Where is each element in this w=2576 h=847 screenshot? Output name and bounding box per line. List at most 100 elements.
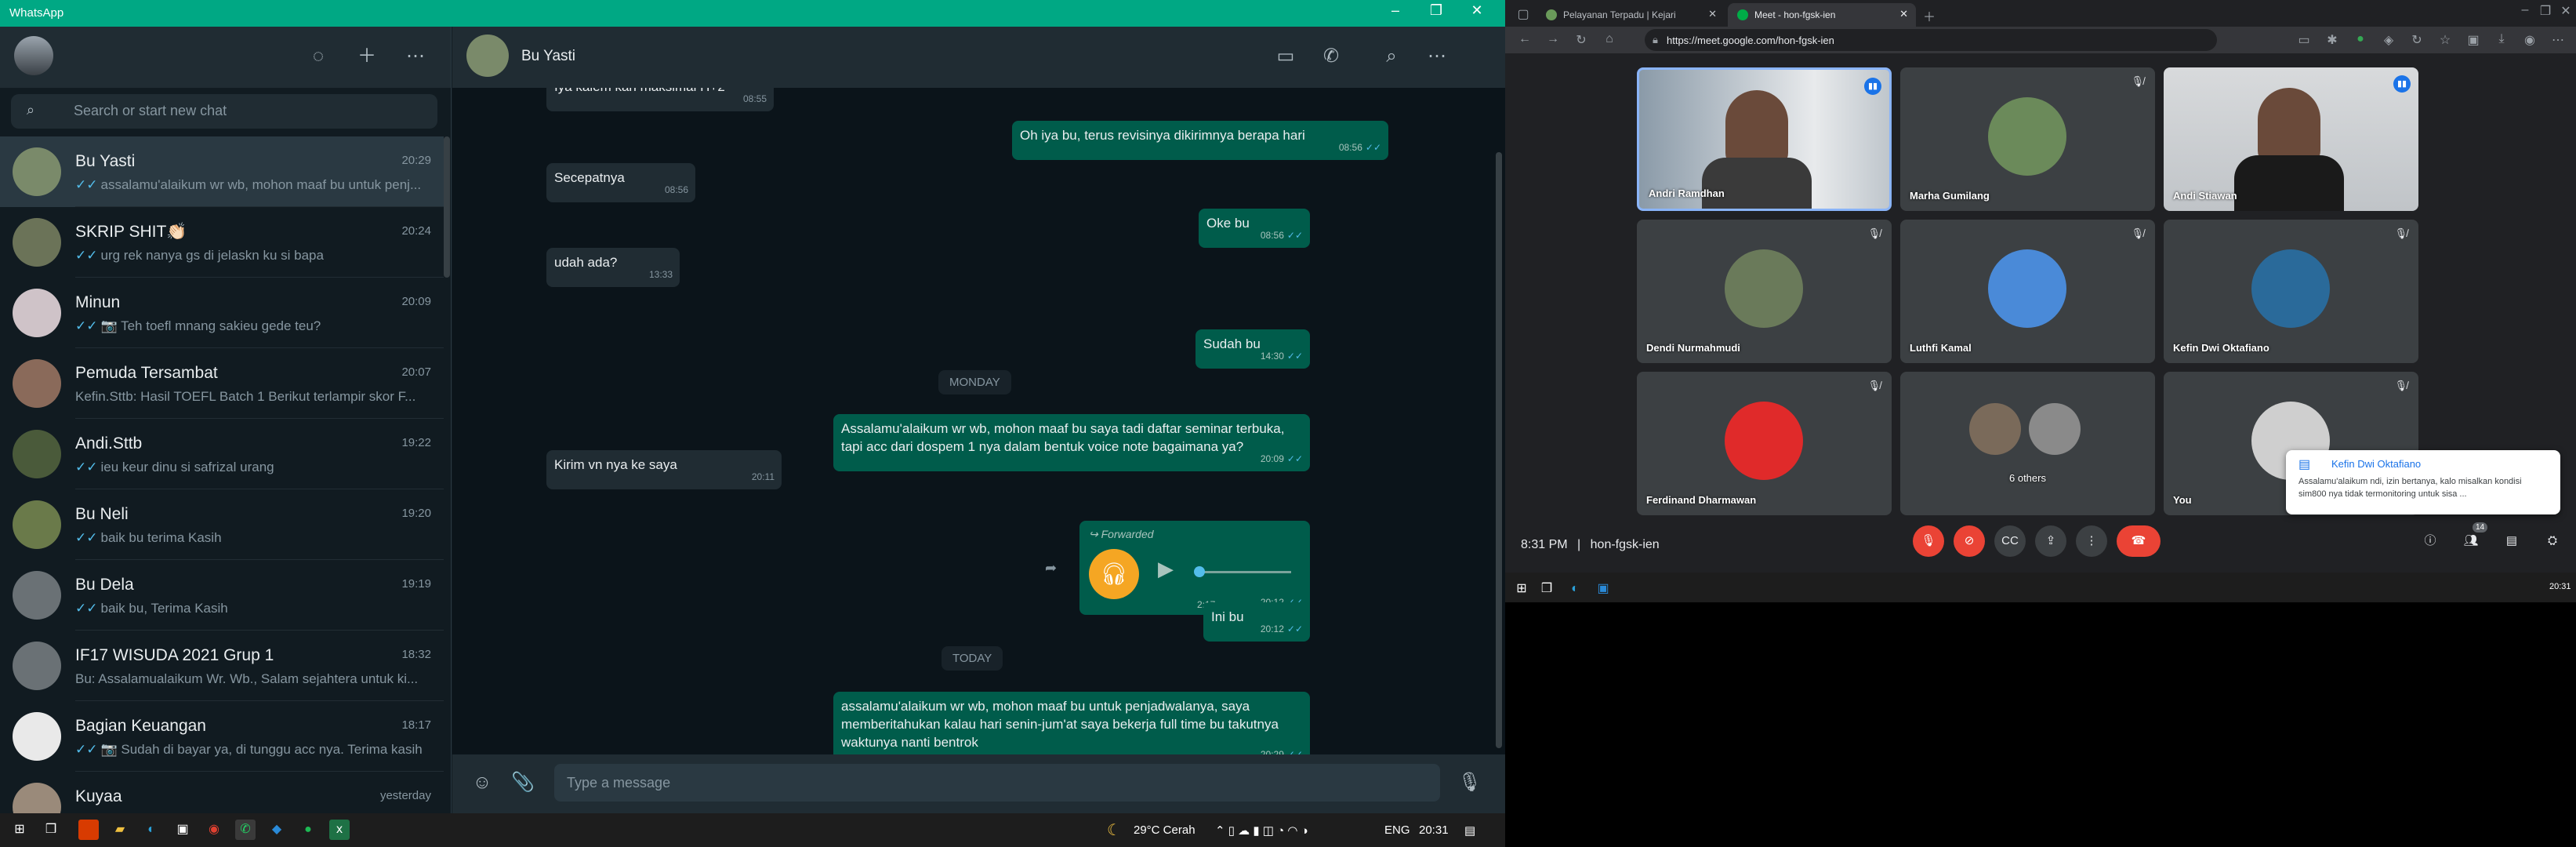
chat-list-item[interactable]: Pemuda Tersambat 20:07 Kefin.Sttb: Hasil… — [0, 348, 444, 419]
spotify-icon[interactable]: ● — [298, 820, 318, 840]
chat-list-item[interactable]: Bu Neli 19:20 ✓✓ baik bu terima Kasih — [0, 489, 444, 560]
extension-icon-3[interactable]: ◈ — [2380, 32, 2397, 48]
incoming-message[interactable]: udah ada? 13:33 — [546, 248, 680, 287]
clock[interactable]: 20:31 — [1419, 823, 1449, 837]
participant-tile[interactable]: Andi Stiawan ▮▮ — [2164, 67, 2418, 211]
incoming-message[interactable]: Secepatnya 08:56 — [546, 163, 695, 202]
end-call-button[interactable]: ☎ — [2117, 525, 2161, 557]
video-call-icon[interactable]: ▭ — [1272, 42, 1300, 71]
task-view-icon[interactable]: ❒ — [1537, 579, 1557, 599]
minimize-icon[interactable]: – — [2516, 3, 2534, 17]
close-tab-icon[interactable]: ✕ — [1708, 8, 1717, 20]
weather-text[interactable]: 29°C Cerah — [1134, 823, 1195, 837]
voice-message[interactable]: ↪ Forwarded 🎧︎ ▶ 2:17 20:12✓✓ — [1079, 521, 1310, 615]
chat-list-item[interactable]: Kuyaa yesterday Hooh — [0, 772, 444, 813]
chat-list-item[interactable]: Bu Dela 19:19 ✓✓ baik bu, Terima Kasih — [0, 560, 444, 631]
microphone-icon[interactable]: 🎙 — [1456, 769, 1484, 797]
more-options-icon[interactable]: ⋮ — [2076, 525, 2107, 557]
chat-list-item[interactable]: SKRIP SHIT👏🏻 20:24 ✓✓ urg rek nanya gs di… — [0, 207, 444, 278]
taskbar-app-icon[interactable] — [78, 820, 99, 840]
status-icon[interactable]: ◌ — [304, 42, 332, 71]
close-tab-icon[interactable]: ✕ — [1899, 8, 1908, 20]
bookmark-icon[interactable]: ☆ — [2436, 32, 2454, 48]
camera-indicator-icon[interactable]: ▭ — [2295, 32, 2313, 48]
participant-tile[interactable]: Luthfi Kamal 🎙︎̸ — [1900, 220, 2155, 363]
chat-list-item[interactable]: Bagian Keuangan 18:17 ✓✓ 📷 Sudah di bayar… — [0, 701, 444, 772]
clock[interactable]: 20:31 — [2549, 582, 2571, 591]
audio-scrubber[interactable] — [1194, 566, 1205, 577]
info-icon[interactable]: ⓘ — [2415, 525, 2446, 557]
close-icon[interactable]: ✕ — [1461, 2, 1493, 19]
extension-icon-2[interactable]: ● — [2352, 32, 2369, 46]
windows-start-icon[interactable]: ⊞ — [9, 820, 30, 840]
captions-icon[interactable]: CC — [1994, 525, 2026, 557]
extension-icon[interactable]: ✱ — [2324, 32, 2341, 48]
edge-icon[interactable]: ◐ — [1565, 579, 1585, 599]
contact-name[interactable]: Bu Yasti — [521, 48, 575, 65]
participant-tile[interactable]: 6 others — [1900, 372, 2155, 515]
camera-off-icon[interactable]: ⊘ — [1954, 525, 1985, 557]
chat-notification[interactable]: ▤ Kefin Dwi Oktafiano Assalamu'alaikum n… — [2286, 450, 2560, 514]
taskbar-app-icon-2[interactable]: ▣ — [172, 820, 193, 840]
menu-icon[interactable]: ⋯ — [401, 42, 430, 71]
taskbar-app-icon[interactable]: ▣ — [1593, 579, 1613, 599]
profile-icon[interactable]: ◉ — [2521, 32, 2538, 48]
url-field[interactable]: 🔒︎ https://meet.google.com/hon-fgsk-ien — [1645, 29, 2217, 51]
new-chat-icon[interactable]: ＋ — [353, 42, 381, 71]
play-icon[interactable]: ▶ — [1158, 558, 1174, 579]
mic-off-icon[interactable]: 🎙 — [1913, 525, 1944, 557]
forward-icon[interactable]: ➦ — [1045, 560, 1057, 576]
participant-tile[interactable]: Andri Ramdhan ▮▮ — [1637, 67, 1892, 211]
outgoing-message[interactable]: Oke bu 08:56 ✓✓ — [1199, 209, 1310, 248]
language-indicator[interactable]: ENG — [1384, 823, 1410, 837]
windows-start-icon[interactable]: ⊞ — [1511, 579, 1532, 599]
tab-kejari[interactable]: Pelayanan Terpadu | Kejari ✕ — [1537, 3, 1725, 27]
excel-icon[interactable]: x — [329, 820, 350, 840]
menu-icon[interactable]: ⋯ — [2549, 32, 2567, 48]
outgoing-message[interactable]: Oh iya bu, terus revisinya dikirimnya be… — [1012, 121, 1388, 160]
chat-list-item[interactable]: Minun 20:09 ✓✓ 📷 Teh toefl mnang sakieu g… — [0, 278, 444, 348]
voice-call-icon[interactable]: ✆ — [1317, 42, 1345, 71]
close-icon[interactable]: ✕ — [2557, 3, 2574, 19]
whatsapp-taskbar-icon[interactable]: ✆ — [235, 820, 256, 840]
audio-progress-track[interactable] — [1197, 571, 1291, 573]
participant-tile[interactable]: Dendi Nurmahmudi 🎙︎̸ — [1637, 220, 1892, 363]
message-input[interactable] — [554, 764, 1440, 802]
participant-tile[interactable]: Ferdinand Dharmawan 🎙︎̸ — [1637, 372, 1892, 515]
minimize-icon[interactable]: – — [1380, 2, 1411, 19]
chat-list-item[interactable]: IF17 WISUDA 2021 Grup 1 18:32 Bu: Assala… — [0, 631, 444, 701]
conversation-scrollbar[interactable] — [1496, 152, 1502, 748]
tab-actions-icon[interactable]: ▢ — [1515, 6, 1532, 22]
contact-avatar[interactable] — [466, 35, 509, 77]
edge-icon[interactable]: ◐ — [141, 820, 161, 840]
activities-icon[interactable]: ⛭ — [2537, 525, 2568, 557]
tray-icons[interactable]: ⌃ ▯ ☁ ▮ ◫ ◔ ◠ ◑ — [1215, 823, 1308, 838]
search-box[interactable]: ⌕ — [11, 94, 437, 129]
participant-tile[interactable]: Marha Gumilang 🎙︎̸ — [1900, 67, 2155, 211]
file-explorer-icon[interactable]: ▰ — [110, 820, 130, 840]
profile-avatar[interactable] — [14, 36, 53, 75]
search-icon[interactable]: ⌕ — [1377, 42, 1406, 71]
outgoing-message[interactable]: Assalamu'alaikum wr wb, mohon maaf bu sa… — [833, 414, 1310, 471]
back-icon[interactable]: ← — [1516, 32, 1533, 46]
search-input[interactable] — [74, 103, 403, 119]
present-icon[interactable]: ⇪ — [2035, 525, 2066, 557]
new-tab-icon[interactable]: ＋ — [1921, 6, 1938, 25]
attach-icon[interactable]: 📎 — [509, 769, 537, 797]
tab-meet[interactable]: Meet - hon-fgsk-ien ✕ — [1728, 3, 1916, 27]
notification-icon[interactable]: ▤ — [1464, 823, 1475, 838]
menu-icon[interactable]: ⋯ — [1423, 42, 1451, 71]
chat-list-scrollbar[interactable] — [444, 136, 450, 278]
participant-tile[interactable]: Kefin Dwi Oktafiano 🎙︎̸ — [2164, 220, 2418, 363]
collections-icon[interactable]: ▣ — [2465, 32, 2482, 48]
outgoing-message[interactable]: Sudah bu 14:30 ✓✓ — [1195, 329, 1310, 369]
chat-list-item[interactable]: Bu Yasti 20:29 ✓✓ assalamu'alaikum wr wb,… — [0, 136, 444, 207]
chat-icon[interactable]: ▤ — [2496, 525, 2527, 557]
chat-list-item[interactable]: Andi.Sttb 19:22 ✓✓ ieu keur dinu si safri… — [0, 419, 444, 489]
maximize-icon[interactable]: ❐ — [2537, 3, 2554, 19]
reload-icon[interactable]: ↻ — [1573, 32, 1590, 48]
refresh-extension-icon[interactable]: ↻ — [2408, 32, 2425, 48]
maximize-icon[interactable]: ❐ — [1420, 2, 1452, 19]
incoming-message[interactable]: Iya kalem kan maksimal H+2 08:55 — [546, 88, 774, 111]
chrome-icon[interactable]: ◉ — [204, 820, 224, 840]
